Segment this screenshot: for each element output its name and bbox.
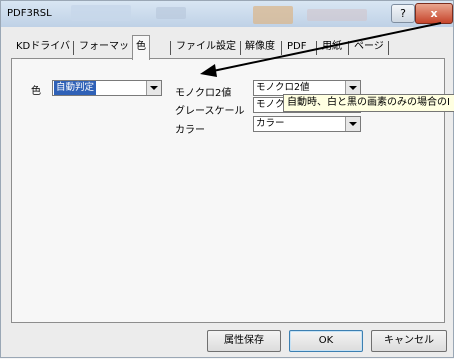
tab-separator: [73, 41, 74, 55]
tab-kd-driver[interactable]: KDドライバ: [13, 37, 73, 57]
tab-separator: [240, 41, 241, 55]
ok-button[interactable]: OK: [289, 330, 363, 352]
color-type-label: カラー: [175, 125, 205, 136]
tooltip: 自動時、白と黒の画素のみの場合のI: [283, 94, 454, 112]
tab-pdf[interactable]: PDF: [284, 37, 309, 57]
close-button[interactable]: x: [415, 3, 453, 24]
tab-separator: [281, 41, 282, 55]
mono-label: モノクロ2値: [175, 88, 232, 99]
color-type-select[interactable]: カラー: [253, 116, 361, 132]
tab-paper[interactable]: 用紙: [319, 37, 345, 57]
help-button[interactable]: ?: [391, 4, 415, 23]
tab-separator: [388, 41, 389, 55]
save-attributes-button[interactable]: 属性保存: [207, 330, 281, 352]
tab-separator: [348, 41, 349, 55]
taskbar-blur: [71, 5, 131, 21]
mono-value: モノクロ2値: [256, 82, 310, 93]
color-mode-select[interactable]: 自動判定: [52, 80, 162, 96]
taskbar-blur: [253, 6, 293, 24]
tab-file-settings[interactable]: ファイル設定: [173, 37, 239, 57]
taskbar-blur: [156, 7, 186, 19]
color-type-value: カラー: [256, 118, 285, 129]
window-title: PDF3RSL: [7, 8, 52, 19]
tab-resolution[interactable]: 解像度: [242, 37, 278, 57]
tab-color[interactable]: 色: [132, 35, 150, 60]
taskbar-blur: [307, 9, 367, 21]
grayscale-label: グレースケール: [175, 106, 245, 117]
color-mode-value: 自動判定: [54, 81, 97, 95]
chevron-down-icon[interactable]: [345, 81, 360, 95]
tab-separator: [170, 41, 171, 55]
color-label: 色: [31, 86, 41, 97]
chevron-down-icon[interactable]: [146, 81, 161, 95]
tab-page[interactable]: ページ: [351, 37, 387, 57]
cancel-button[interactable]: キャンセル: [371, 330, 447, 352]
title-bar[interactable]: PDF3RSL ? x: [1, 1, 453, 27]
tab-separator: [316, 41, 317, 55]
chevron-down-icon[interactable]: [345, 117, 360, 131]
dialog-window: PDF3RSL ? x KDドライバ フォーマット 色 ファイル設定 解像度 P…: [0, 0, 454, 358]
